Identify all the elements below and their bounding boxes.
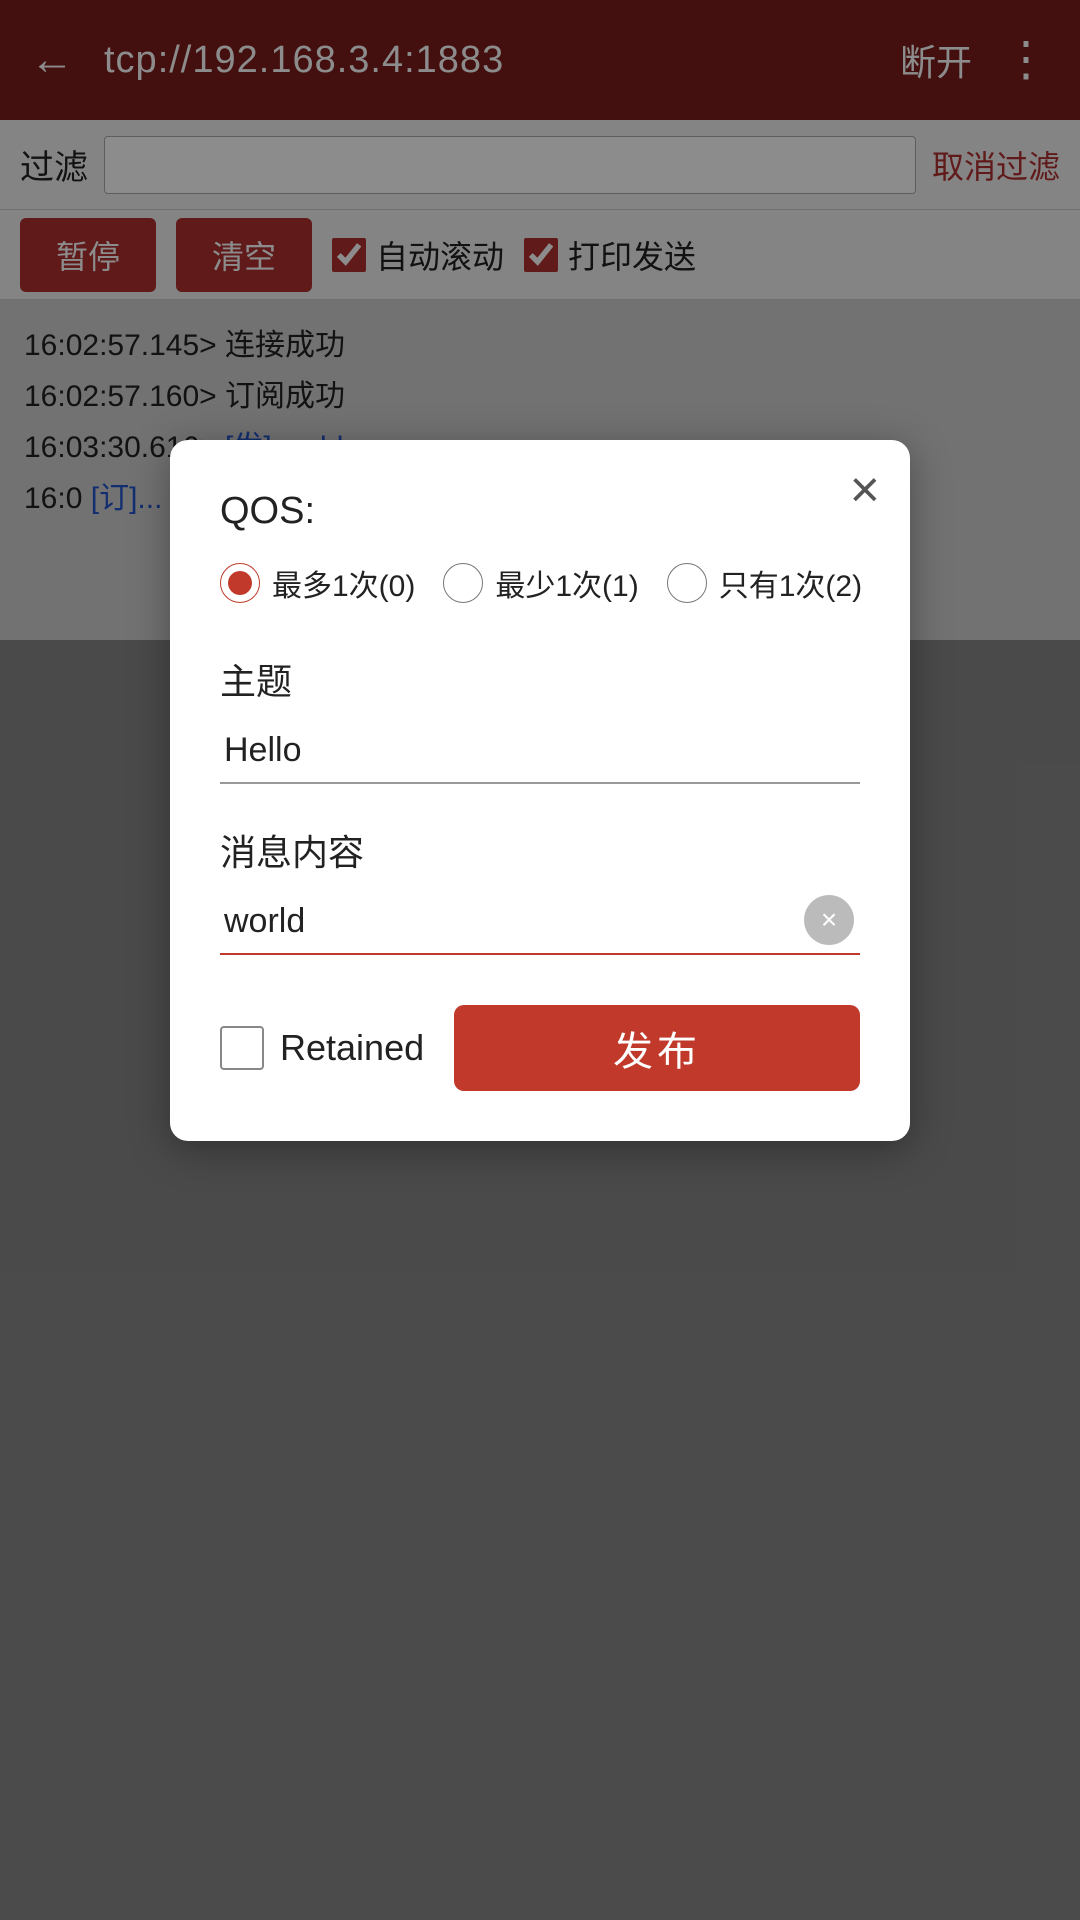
qos-option-2[interactable]: 只有1次(2) bbox=[667, 561, 862, 605]
publish-dialog: × QOS: 最多1次(0) 最少1次(1) 只有1次(2) 主题 消息内容 bbox=[170, 440, 910, 1141]
dialog-bottom: Retained 发布 bbox=[220, 1005, 860, 1091]
dialog-backdrop: × QOS: 最多1次(0) 最少1次(1) 只有1次(2) 主题 消息内容 bbox=[0, 0, 1080, 1920]
qos-label: QOS: bbox=[220, 490, 860, 533]
publish-button[interactable]: 发布 bbox=[454, 1005, 860, 1091]
message-input[interactable] bbox=[220, 894, 860, 955]
clear-icon: × bbox=[821, 906, 837, 934]
topic-input[interactable] bbox=[220, 723, 860, 784]
dialog-close-button[interactable]: × bbox=[850, 464, 880, 516]
qos-option-1[interactable]: 最少1次(1) bbox=[443, 561, 638, 605]
message-label: 消息内容 bbox=[220, 824, 860, 876]
retained-checkbox[interactable] bbox=[220, 1026, 264, 1070]
message-clear-button[interactable]: × bbox=[804, 895, 854, 945]
qos-options: 最多1次(0) 最少1次(1) 只有1次(2) bbox=[220, 561, 860, 605]
retained-toggle[interactable]: Retained bbox=[220, 1026, 424, 1070]
qos-option-0[interactable]: 最多1次(0) bbox=[220, 561, 415, 605]
message-input-wrapper: × bbox=[220, 894, 860, 955]
qos-1-label: 最少1次(1) bbox=[495, 561, 638, 605]
topic-label: 主题 bbox=[220, 653, 860, 705]
retained-label: Retained bbox=[280, 1027, 424, 1069]
qos-2-label: 只有1次(2) bbox=[719, 561, 862, 605]
qos-0-label: 最多1次(0) bbox=[272, 561, 415, 605]
